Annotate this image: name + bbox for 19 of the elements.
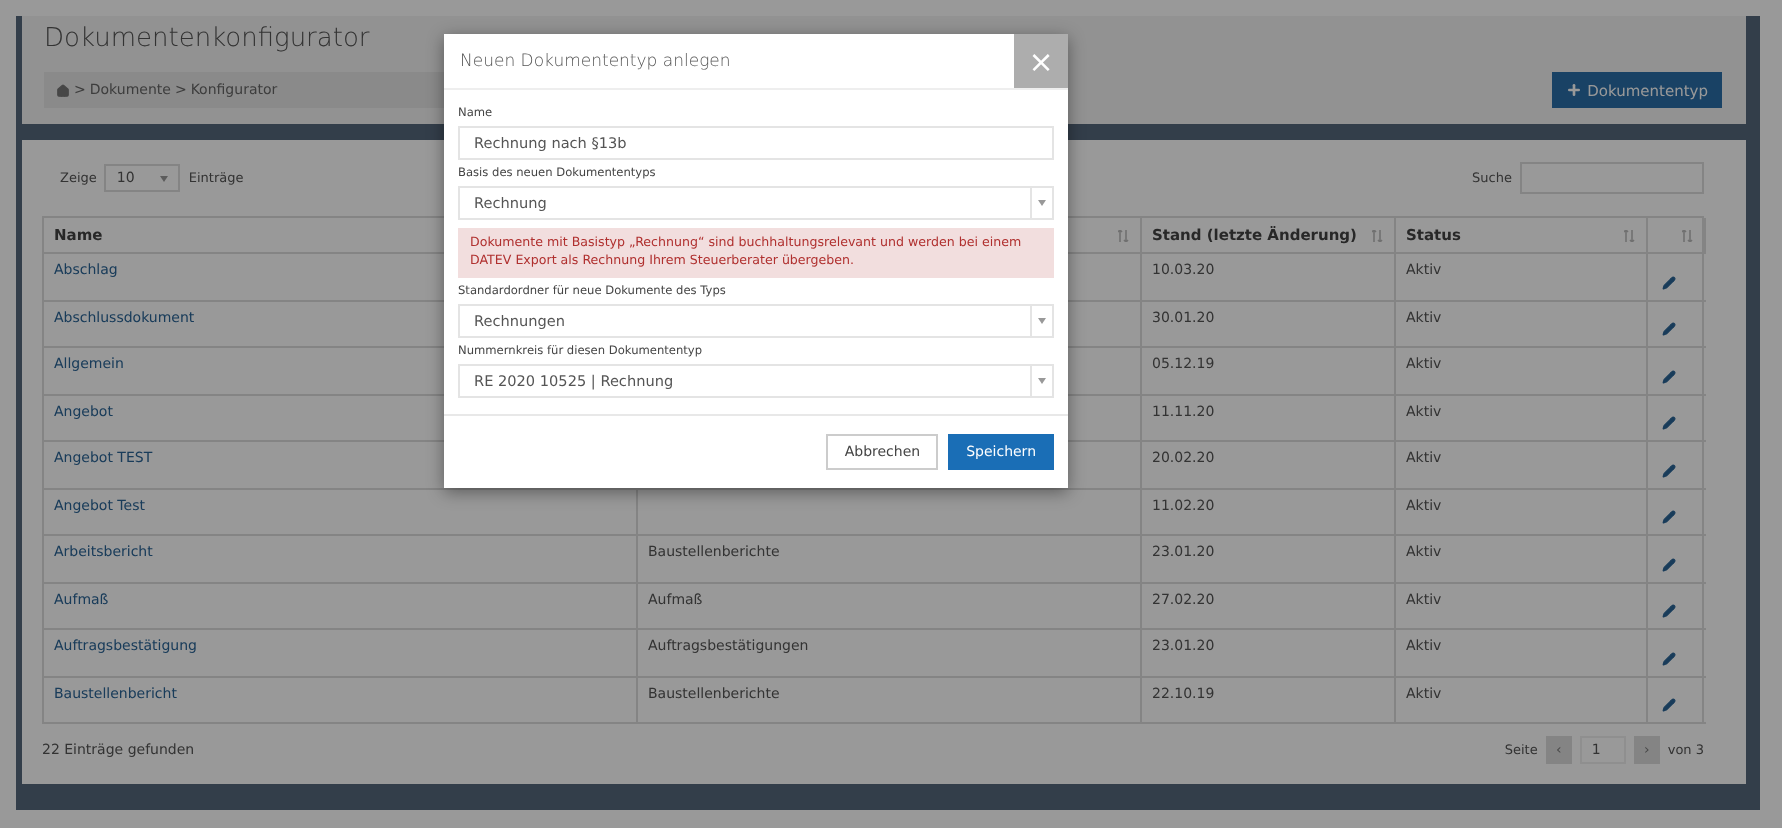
caret-icon — [160, 175, 169, 181]
plus-icon — [1565, 82, 1582, 98]
edit-icon[interactable] — [1662, 604, 1676, 618]
close-button[interactable]: × — [1014, 34, 1068, 88]
caret-icon — [1038, 377, 1046, 384]
page-title: Dokumentenkonfigurator — [44, 24, 372, 54]
edit-icon[interactable] — [1662, 369, 1676, 383]
edit-icon[interactable] — [1662, 510, 1676, 524]
edit-icon[interactable] — [1662, 322, 1676, 336]
edit-icon[interactable] — [1662, 698, 1676, 712]
edit-icon[interactable] — [1662, 557, 1676, 571]
caret-icon — [1038, 200, 1046, 206]
edit-icon[interactable] — [1662, 416, 1676, 430]
dialog-title: Neuen Dokumententyp anlegen — [458, 51, 731, 71]
edit-icon[interactable] — [1662, 463, 1676, 477]
edit-icon[interactable] — [1662, 651, 1676, 665]
edit-icon[interactable] — [1662, 275, 1676, 289]
home-icon[interactable] — [56, 83, 70, 97]
caret-icon — [1038, 317, 1046, 324]
